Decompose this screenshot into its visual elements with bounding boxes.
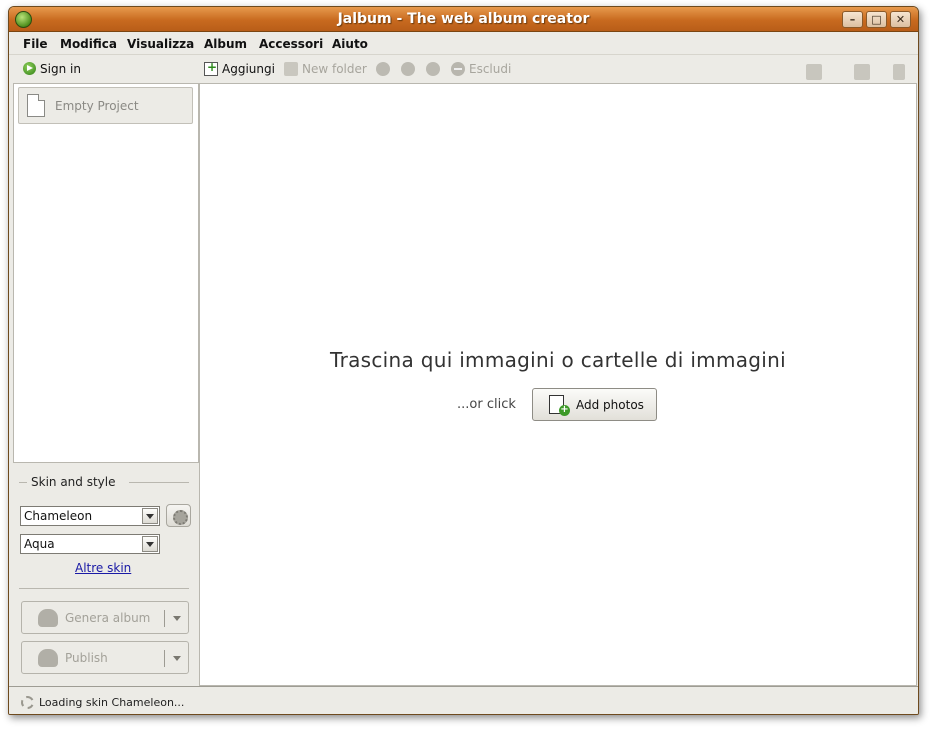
- rotate-button[interactable]: [376, 62, 394, 76]
- skin-and-style-section: Skin and style: [19, 475, 189, 489]
- move-left-button[interactable]: [401, 62, 419, 76]
- divider: [164, 650, 165, 667]
- info-pane-icon[interactable]: [893, 64, 905, 80]
- sign-in-button[interactable]: Sign in: [23, 62, 81, 76]
- title-bar[interactable]: Jalbum - The web album creator – □ ✕: [9, 7, 918, 32]
- menu-bar: File Modifica Visualizza Album Accessori…: [9, 32, 918, 55]
- menu-accessori[interactable]: Accessori: [259, 37, 323, 51]
- preview-pane-icon[interactable]: [854, 64, 870, 80]
- publish-label: Publish: [65, 651, 108, 665]
- chevron-down-icon[interactable]: [173, 616, 181, 621]
- menu-aiuto[interactable]: Aiuto: [332, 37, 368, 51]
- skin-settings-button[interactable]: [166, 504, 191, 527]
- status-bar: Loading skin Chameleon...: [9, 686, 918, 714]
- generate-album-button[interactable]: Genera album: [21, 601, 189, 634]
- add-photos-button[interactable]: + Add photos: [532, 388, 657, 421]
- drop-area[interactable]: Trascina qui immagini o cartelle di imma…: [199, 83, 917, 686]
- loading-spinner-icon: [21, 696, 34, 709]
- chevron-down-icon[interactable]: [173, 656, 181, 661]
- rotate-icon: [376, 62, 390, 76]
- folder-icon: [284, 62, 298, 76]
- arrow-left-icon: [401, 62, 415, 76]
- or-click-label: ...or click: [457, 397, 516, 412]
- more-skins-link[interactable]: Altre skin: [75, 561, 131, 575]
- add-icon: [204, 60, 218, 76]
- project-label: Empty Project: [55, 99, 139, 113]
- menu-album[interactable]: Album: [204, 37, 247, 51]
- document-icon: [27, 94, 45, 117]
- app-window: Jalbum - The web album creator – □ ✕ Fil…: [8, 6, 919, 715]
- publish-button[interactable]: Publish: [21, 641, 189, 674]
- skin-select[interactable]: Chameleon: [20, 506, 160, 526]
- add-photos-label: Add photos: [576, 398, 644, 412]
- project-list: Empty Project: [13, 83, 199, 463]
- move-right-button[interactable]: [426, 62, 444, 76]
- chevron-down-icon[interactable]: [142, 536, 158, 552]
- window-title: Jalbum - The web album creator: [337, 11, 590, 27]
- close-button[interactable]: ✕: [890, 11, 911, 28]
- menu-visualizza[interactable]: Visualizza: [127, 37, 194, 51]
- skin-section-title: Skin and style: [31, 475, 116, 489]
- maximize-button[interactable]: □: [866, 11, 887, 28]
- menu-modifica[interactable]: Modifica: [60, 37, 117, 51]
- new-folder-label: New folder: [302, 62, 367, 76]
- project-item[interactable]: Empty Project: [18, 87, 193, 124]
- style-select-value: Aqua: [24, 537, 55, 551]
- exclude-icon: [451, 62, 465, 76]
- exclude-button[interactable]: Escludi: [451, 62, 511, 76]
- frog-icon: [38, 609, 58, 627]
- generate-album-label: Genera album: [65, 611, 151, 625]
- menu-file[interactable]: File: [23, 37, 48, 51]
- exclude-label: Escludi: [469, 62, 512, 76]
- drop-hint: Trascina qui immagini o cartelle di imma…: [330, 348, 786, 372]
- status-text: Loading skin Chameleon...: [39, 696, 185, 709]
- globe-icon: [38, 649, 58, 667]
- minimize-button[interactable]: –: [842, 11, 863, 28]
- toolbar: Sign in Aggiungi New folder Escludi: [9, 55, 918, 83]
- divider: [19, 588, 189, 589]
- chevron-down-icon[interactable]: [142, 508, 158, 524]
- new-folder-button[interactable]: New folder: [284, 62, 367, 76]
- divider: [164, 610, 165, 627]
- skin-select-value: Chameleon: [24, 509, 93, 523]
- arrow-right-icon: [426, 62, 440, 76]
- sign-in-label: Sign in: [40, 62, 81, 76]
- add-button[interactable]: Aggiungi: [204, 60, 275, 76]
- style-select[interactable]: Aqua: [20, 534, 160, 554]
- thumbnail-view-icon[interactable]: [806, 64, 822, 80]
- add-label: Aggiungi: [222, 62, 275, 76]
- plus-icon: +: [559, 404, 570, 416]
- sign-in-arrow-icon: [23, 62, 36, 75]
